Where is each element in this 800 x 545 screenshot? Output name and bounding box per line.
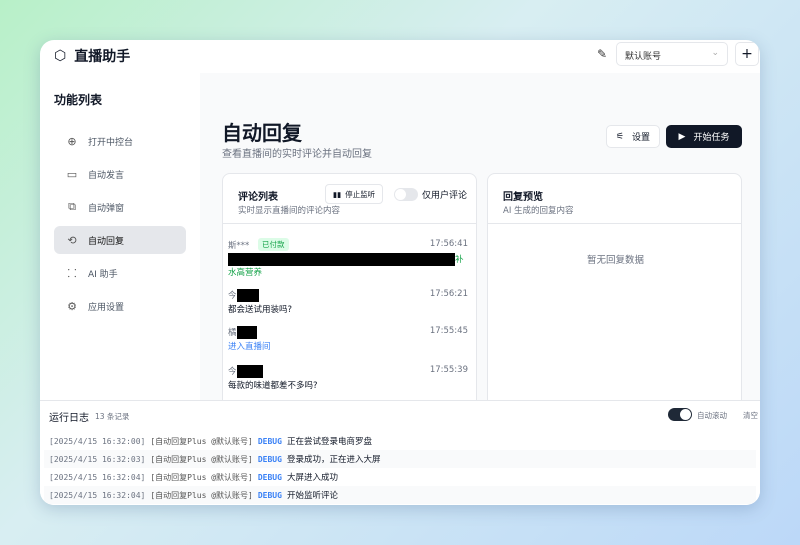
stop-listening-button[interactable]: ▮▮ 停止监听 — [325, 184, 383, 204]
log-timestamp: [2025/4/15 16:32:03] — [49, 454, 146, 464]
comment-text: 每款的味道都差不多吗? — [228, 381, 318, 391]
log-timestamp: [2025/4/15 16:32:04] — [49, 472, 146, 482]
box-icon: ⬡ — [54, 48, 67, 64]
log-message: 登录成功，正在进入大屏 — [286, 455, 381, 465]
comment-user: 橘 — [228, 328, 237, 338]
sliders-icon: ⚟ — [615, 131, 625, 142]
log-row: [2025/4/15 16:32:00] [自动回复Plus @默认账号] DEBU… — [44, 432, 756, 450]
comment-text: 水高营养 — [228, 268, 263, 278]
settings-button[interactable]: ⚟ 设置 — [606, 125, 660, 148]
page-title: 自动回复 — [222, 121, 302, 145]
comment-user: 斯*** — [228, 241, 250, 251]
globe-icon: ⊕ — [67, 134, 77, 148]
sidebar-item-4[interactable]: ⸬ AI 助手 — [54, 259, 186, 287]
log-row: [2025/4/15 16:32:03] [自动回复Plus @默认账号] DEBU… — [44, 450, 756, 468]
redacted — [236, 365, 263, 378]
log-source: [自动回复Plus @默认账号] — [150, 436, 253, 446]
comment-text: 都会送试用装吗? — [228, 305, 293, 315]
header: ⬡ 直播助手 ✎ 默认账号 ⌄ + — [40, 40, 760, 70]
sidebar: 功能列表 ⊕ 打开中控台 ▭ 自动发言 ⧉ 自动弹窗 ⟲ 自动回复 ⸬ AI 助手 ⚙ 应用设置 — [40, 73, 200, 400]
chevron-down-icon: ⌄ — [711, 48, 719, 58]
add-account-button[interactable]: + — [735, 42, 759, 66]
reply-icon: ⟲ — [67, 233, 77, 247]
paid-badge: 已付款 — [258, 238, 289, 251]
main-content: 自动回复 查看直播间的实时评论并自动回复 ⚟ 设置 ▶ 开始任务 评论列表 实时显示… — [200, 73, 760, 413]
log-level: DEBUG — [257, 436, 282, 446]
sidebar-item-label: 应用设置 — [88, 302, 125, 313]
reply-preview-card: 回复预览 AI 生成的回复内容 暂无回复数据 — [487, 173, 742, 413]
edit-account-icon[interactable]: ✎ — [597, 47, 607, 61]
message-icon: ▭ — [66, 167, 78, 181]
comment-time: 17:56:41 — [429, 239, 468, 249]
log-level: DEBUG — [257, 472, 282, 482]
comment-time: 17:55:39 — [429, 365, 468, 375]
log-panel: 运行日志 13 条记录 自动滚动 清空 [2025/4/15 16:32:00]… — [40, 400, 760, 505]
empty-state: 暂无回复数据 — [586, 255, 644, 266]
app-logo: ⬡ 直播助手 — [54, 48, 131, 65]
sidebar-item-5[interactable]: ⚙ 应用设置 — [54, 292, 186, 320]
log-level: DEBUG — [257, 454, 282, 464]
sidebar-item-label: 自动发言 — [88, 170, 125, 181]
log-message: 开始监听评论 — [286, 491, 338, 501]
log-source: [自动回复Plus @默认账号] — [150, 472, 253, 482]
redacted — [228, 253, 455, 266]
preview-subtitle: AI 生成的回复内容 — [503, 206, 574, 216]
log-source: [自动回复Plus @默认账号] — [150, 490, 253, 500]
sidebar-item-label: AI 助手 — [88, 269, 118, 280]
sidebar-item-label: 打开中控台 — [88, 137, 134, 148]
sidebar-item-1[interactable]: ▭ 自动发言 — [54, 160, 186, 188]
comments-subtitle: 实时显示直播间的评论内容 — [238, 206, 341, 216]
sidebar-heading: 功能列表 — [54, 93, 103, 107]
redacted — [236, 289, 259, 302]
comment-user: 今 — [228, 291, 237, 301]
log-level: DEBUG — [257, 490, 282, 500]
sidebar-item-2[interactable]: ⧉ 自动弹窗 — [54, 193, 186, 221]
account-select[interactable]: 默认账号 ⌄ — [616, 42, 728, 66]
play-icon: ▶ — [678, 131, 686, 142]
pause-icon: ▮▮ — [332, 189, 342, 199]
log-timestamp: [2025/4/15 16:32:04] — [49, 490, 146, 500]
comment-text: 进入直播间 — [228, 342, 271, 352]
preview-title: 回复预览 — [503, 192, 543, 203]
start-task-button[interactable]: ▶ 开始任务 — [666, 125, 742, 148]
log-message: 正在尝试登录电商罗盘 — [286, 437, 372, 447]
log-count: 13 条记录 — [95, 412, 130, 421]
sidebar-item-0[interactable]: ⊕ 打开中控台 — [54, 127, 186, 155]
comment-time: 17:56:21 — [429, 289, 468, 299]
sidebar-item-label: 自动回复 — [88, 236, 125, 247]
sidebar-item-3[interactable]: ⟲ 自动回复 — [54, 226, 186, 254]
clear-log-button[interactable]: 清空 — [743, 410, 758, 421]
gear-icon: ⚙ — [67, 299, 77, 313]
redacted — [236, 326, 257, 339]
user-comments-only-toggle[interactable] — [394, 188, 418, 201]
auto-scroll-label: 自动滚动 — [697, 411, 727, 420]
log-row: [2025/4/15 16:32:04] [自动回复Plus @默认账号] DEBU… — [44, 486, 756, 504]
log-message: 大屏进入成功 — [286, 473, 338, 483]
log-title: 运行日志 — [49, 413, 89, 424]
package-icon: ⧉ — [68, 200, 76, 213]
comment-time: 17:55:45 — [429, 326, 468, 336]
comment-text: 补 — [455, 255, 464, 265]
log-row: [2025/4/15 16:32:04] [自动回复Plus @默认账号] DEBU… — [44, 468, 756, 486]
log-source: [自动回复Plus @默认账号] — [150, 454, 253, 464]
log-timestamp: [2025/4/15 16:32:00] — [49, 436, 146, 446]
comments-card: 评论列表 实时显示直播间的评论内容 ▮▮ 停止监听 仅用户评论 斯*** 已付款 17… — [222, 173, 477, 413]
ai-icon: ⸬ — [67, 266, 77, 280]
auto-scroll-toggle[interactable] — [668, 408, 692, 421]
sidebar-item-label: 自动弹窗 — [88, 203, 125, 214]
app-window: ⬡ 直播助手 ✎ 默认账号 ⌄ + 功能列表 ⊕ 打开中控台 ▭ 自动发言 ⧉ 自动弹窗 ⟲ 自动… — [40, 40, 760, 505]
comment-user: 今 — [228, 367, 237, 377]
page-subtitle: 查看直播间的实时评论并自动回复 — [222, 149, 372, 160]
user-comments-only-label: 仅用户评论 — [422, 191, 468, 201]
comments-title: 评论列表 — [238, 192, 278, 203]
